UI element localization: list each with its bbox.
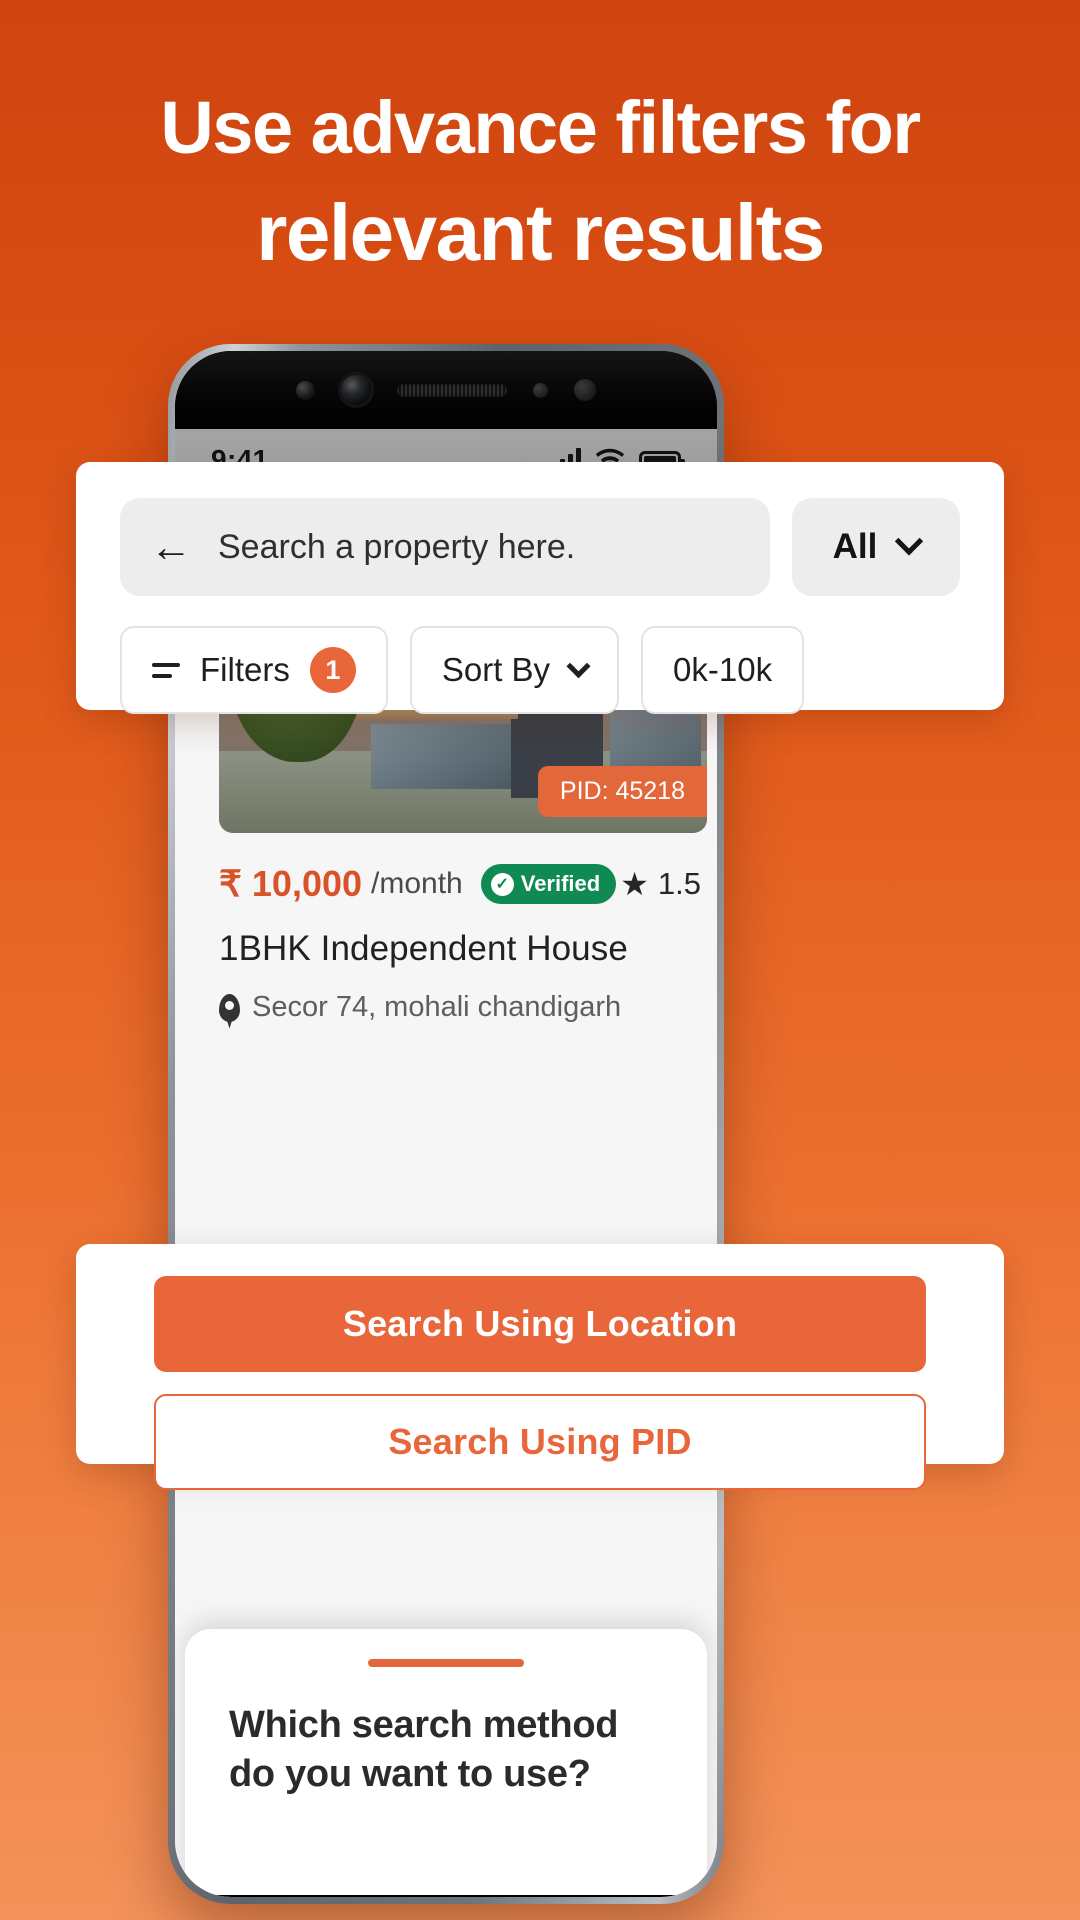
pid-badge: PID: 45218 — [537, 766, 707, 817]
map-pin-icon — [219, 993, 240, 1022]
rating-value: 1.5 — [657, 866, 701, 901]
filters-chip[interactable]: Filters 1 — [120, 626, 388, 714]
listing-title: 1BHK Independent House — [219, 929, 628, 968]
search-using-location-button[interactable]: Search Using Location — [154, 1276, 926, 1372]
sheet-grabber[interactable] — [368, 1659, 524, 1667]
category-label: All — [832, 527, 878, 566]
filters-chip-label: Filters — [200, 651, 290, 688]
rating: ★ 1.5 — [620, 865, 701, 903]
search-overlay-card: ← Search a property here. All Filters 1 … — [76, 462, 1004, 714]
phone-bezel-top — [175, 351, 717, 429]
chevron-down-icon — [895, 527, 924, 556]
bottom-sheet: Which search method do you want to use? — [185, 1629, 707, 1897]
search-using-pid-button[interactable]: Search Using PID — [154, 1394, 926, 1490]
headline-line-1: Use advance filters for — [160, 86, 921, 169]
filter-icon — [152, 662, 180, 678]
verified-label: Verified — [520, 871, 601, 896]
check-circle-icon: ✓ — [490, 872, 514, 896]
search-input[interactable]: ← Search a property here. — [120, 498, 770, 596]
sort-by-chip-label: Sort By — [441, 651, 551, 688]
ir-sensor-icon — [574, 379, 596, 401]
sort-by-chip[interactable]: Sort By — [409, 626, 620, 714]
verified-badge: ✓ Verified — [480, 864, 617, 904]
search-method-overlay-card: Search Using Location Search Using PID — [76, 1244, 1004, 1490]
filters-count-badge: 1 — [309, 647, 356, 693]
front-camera-icon — [341, 375, 371, 405]
search-placeholder: Search a property here. — [218, 527, 576, 566]
star-icon: ★ — [620, 866, 649, 902]
price-row: ₹ 10,000 /month ✓ Verified ★ 1.5 — [219, 863, 701, 905]
listing-location: Secor 74, mohali chandigarh — [219, 991, 621, 1024]
price-range-chip[interactable]: 0k-10k — [641, 626, 805, 714]
page-title: Use advance filters for relevant results — [0, 78, 1080, 287]
back-arrow-icon[interactable]: ← — [150, 526, 192, 568]
earpiece-speaker-icon — [397, 383, 507, 397]
filter-chip-row: Filters 1 Sort By 0k-10k — [120, 626, 960, 714]
chevron-down-icon — [566, 653, 591, 678]
search-row: ← Search a property here. All — [120, 498, 960, 596]
listing-location-text: Secor 74, mohali chandigarh — [252, 991, 622, 1023]
listing-price: ₹ 10,000 — [219, 863, 363, 904]
sheet-question: Which search method do you want to use? — [229, 1704, 619, 1795]
system-nav-bar — [175, 1895, 717, 1897]
light-sensor-icon — [533, 382, 548, 398]
price-unit: /month — [371, 867, 463, 900]
price-range-chip-label: 0k-10k — [673, 651, 773, 688]
category-dropdown[interactable]: All — [792, 498, 960, 596]
proximity-sensor-icon — [296, 380, 315, 400]
headline-line-2: relevant results — [256, 187, 825, 277]
